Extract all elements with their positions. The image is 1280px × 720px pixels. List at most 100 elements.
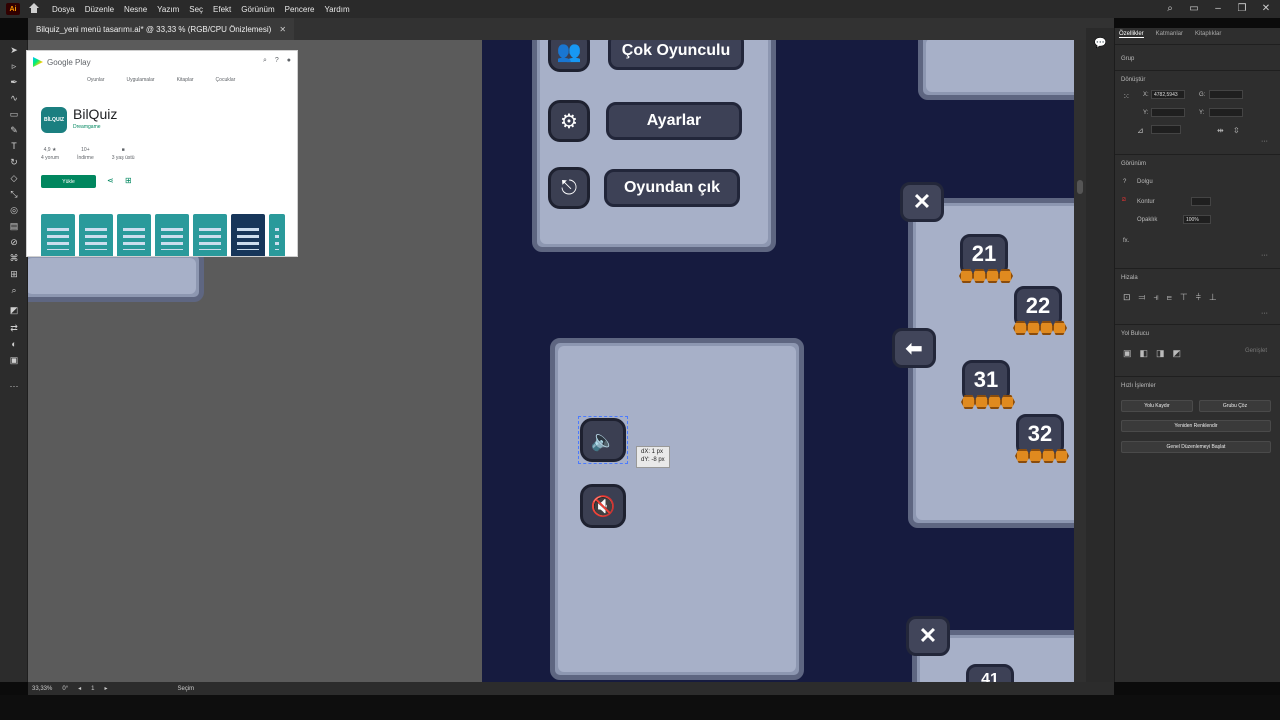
nav-apps[interactable]: Uygulamalar <box>127 77 155 83</box>
tab-libraries[interactable]: Kitaplıklar <box>1195 31 1221 38</box>
artboard-index[interactable]: 1 <box>91 686 94 692</box>
appearance-more-icon[interactable]: ··· <box>1261 252 1268 259</box>
y-input[interactable] <box>1151 108 1185 117</box>
level-41-badge[interactable]: 41 <box>966 664 1014 682</box>
settings-button[interactable]: Ayarlar <box>606 102 742 140</box>
menu-gorunum[interactable]: Görünüm <box>241 5 274 14</box>
effects-label[interactable]: fx. <box>1123 238 1129 244</box>
minimize-icon[interactable]: – <box>1212 2 1224 14</box>
artboard-tool-icon[interactable]: ⊞ <box>7 268 21 280</box>
level-31-badge[interactable]: 31 <box>961 360 1015 409</box>
artboard-nav-icon[interactable]: ◂ <box>78 685 81 692</box>
install-button[interactable]: Yükle <box>41 175 96 188</box>
paintbrush-tool-icon[interactable]: ✎ <box>7 124 21 136</box>
home-icon[interactable] <box>28 3 40 15</box>
width-input[interactable] <box>1209 90 1243 99</box>
sound-mute-icon[interactable]: 🔇 <box>580 484 626 528</box>
screenshot-thumb[interactable] <box>231 214 265 256</box>
selection-tool-icon[interactable]: ➤ <box>7 44 21 56</box>
screenshot-thumb[interactable] <box>155 214 189 256</box>
menu-sec[interactable]: Seç <box>189 5 203 14</box>
settings-gear-icon[interactable]: ⚙ <box>548 100 590 142</box>
menu-dosya[interactable]: Dosya <box>52 5 75 14</box>
menu-efekt[interactable]: Efekt <box>213 5 231 14</box>
nav-games[interactable]: Oyunlar <box>87 77 105 83</box>
transform-more-icon[interactable]: ··· <box>1261 138 1268 145</box>
flip-vertical-icon[interactable]: ⇳ <box>1233 126 1240 135</box>
gradient-tool-icon[interactable]: ▤ <box>7 220 21 232</box>
close-button[interactable]: ✕ <box>900 182 944 222</box>
close-tab-icon[interactable]: ✕ <box>279 25 286 34</box>
draw-mode-icon[interactable]: ◐ <box>7 338 21 350</box>
exit-game-button[interactable]: Oyundan çık <box>604 169 740 207</box>
rectangle-tool-icon[interactable]: ▭ <box>7 108 21 120</box>
artboard-next-icon[interactable]: ▸ <box>104 685 107 692</box>
shape-builder-tool-icon[interactable]: ◎ <box>7 204 21 216</box>
scale-tool-icon[interactable]: ⤡ <box>7 188 21 200</box>
level-32-badge[interactable]: 32 <box>1015 414 1069 463</box>
nav-books[interactable]: Kitaplar <box>177 77 194 83</box>
vertical-scrollbar[interactable] <box>1074 40 1086 682</box>
ungroup-button[interactable]: Grubu Çöz <box>1199 400 1271 412</box>
flip-horizontal-icon[interactable]: ⇹ <box>1217 126 1224 135</box>
blend-tool-icon[interactable]: ⌘ <box>7 252 21 264</box>
nav-kids[interactable]: Çocuklar <box>216 77 236 83</box>
reference-point-icon[interactable]: ⁙ <box>1123 92 1130 101</box>
screenshot-thumb[interactable] <box>117 214 151 256</box>
workspace-icon[interactable]: ▭ <box>1188 2 1200 14</box>
stroke-weight-input[interactable] <box>1191 197 1211 206</box>
swap-colors-icon[interactable]: ⇄ <box>7 322 21 334</box>
more-tools-icon[interactable]: ··· <box>7 380 21 392</box>
search-icon[interactable]: ⌕ <box>263 57 267 65</box>
fill-swatch-icon[interactable]: ? <box>1123 179 1126 185</box>
rotate-tool-icon[interactable]: ↻ <box>7 156 21 168</box>
screenshot-thumb[interactable] <box>41 214 75 256</box>
rotate-view[interactable]: 0° <box>62 686 68 692</box>
level-21-badge[interactable]: 21 <box>959 234 1013 283</box>
eyedropper-tool-icon[interactable]: ⊘ <box>7 236 21 248</box>
recolor-button[interactable]: Yeniden Renklendir <box>1121 420 1271 432</box>
type-tool-icon[interactable]: T <box>7 140 21 152</box>
tab-layers[interactable]: Katmanlar <box>1156 31 1183 38</box>
level-22-badge[interactable]: 22 <box>1013 286 1067 335</box>
offset-path-button[interactable]: Yolu Kaydır <box>1121 400 1193 412</box>
menu-yazim[interactable]: Yazım <box>157 5 179 14</box>
menu-duzenle[interactable]: Düzenle <box>85 5 114 14</box>
artboard[interactable]: 👥 Çok Oyunculu ⚙ Ayarlar ⎋ Oyundan çık ✕… <box>482 40 1074 682</box>
share-icon[interactable]: ⋖ <box>107 176 114 185</box>
app-developer[interactable]: Dreamgame <box>73 124 101 130</box>
rotate-input[interactable] <box>1151 125 1181 134</box>
zoom-tool-icon[interactable]: ⌕ <box>7 284 21 296</box>
pathfinder-icons-row[interactable]: ▣◧◨◩ <box>1123 348 1189 359</box>
align-more-icon[interactable]: ··· <box>1261 310 1268 317</box>
back-arrow-icon[interactable]: ⬅ <box>892 328 936 368</box>
opacity-input[interactable]: 100% <box>1183 215 1211 224</box>
wishlist-icon[interactable]: ⊞ <box>125 176 132 185</box>
menu-nesne[interactable]: Nesne <box>124 5 147 14</box>
account-avatar[interactable]: ● <box>287 57 291 65</box>
exit-icon[interactable]: ⎋ <box>548 167 590 209</box>
multiplayer-icon[interactable]: 👥 <box>548 40 590 72</box>
expand-button[interactable]: Genişlet <box>1245 348 1267 354</box>
multiplayer-button[interactable]: Çok Oyunculu <box>608 40 744 70</box>
maximize-icon[interactable]: ❐ <box>1236 2 1248 14</box>
screen-mode-icon[interactable]: ▣ <box>7 354 21 366</box>
height-input[interactable] <box>1209 108 1243 117</box>
direct-selection-tool-icon[interactable]: ▹ <box>7 60 21 72</box>
close-button-2[interactable]: ✕ <box>906 616 950 656</box>
x-input[interactable]: 4782,5943 <box>1151 90 1185 99</box>
screenshot-thumb[interactable] <box>193 214 227 256</box>
close-window-icon[interactable]: ✕ <box>1260 2 1272 14</box>
screenshot-carousel[interactable] <box>41 214 285 256</box>
document-tab[interactable]: Bilquiz_yeni menü tasarımı.ai* @ 33,33 %… <box>28 18 295 40</box>
tab-properties[interactable]: Özellikler <box>1119 31 1144 38</box>
screenshot-thumb[interactable] <box>79 214 113 256</box>
fill-stroke-icon[interactable]: ◩ <box>7 304 21 316</box>
zoom-level[interactable]: 33,33% <box>32 686 52 692</box>
global-edit-button[interactable]: Genel Düzenlemeyi Başlat <box>1121 441 1271 453</box>
stroke-swatch-icon[interactable]: ⧄ <box>1122 197 1126 204</box>
help-icon[interactable]: ? <box>275 57 279 65</box>
menu-yardim[interactable]: Yardım <box>324 5 349 14</box>
align-icons-row[interactable]: ⊡⫤⫣⫢⊤⫩⊥ <box>1123 292 1225 303</box>
screenshot-thumb[interactable] <box>269 214 285 256</box>
